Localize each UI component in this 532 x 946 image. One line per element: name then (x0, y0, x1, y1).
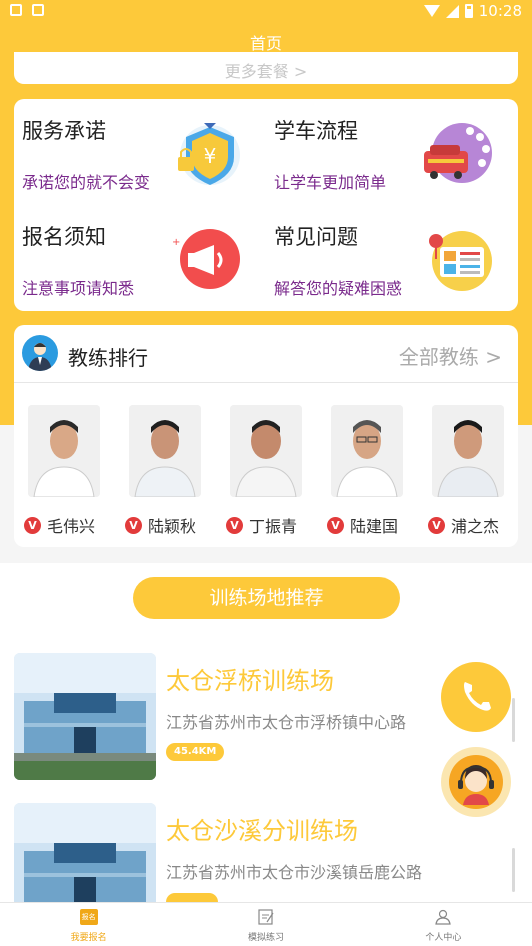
bottom-navigation: 报名 我要报名 模拟练习 个人中心 (0, 902, 532, 946)
coach-name: 陆颖秋 (148, 517, 197, 536)
all-coaches-link[interactable]: 全部教练 > (399, 341, 502, 370)
verified-badge-icon: V (327, 516, 344, 534)
coach-photo (432, 405, 504, 497)
coach-photo (331, 405, 403, 497)
service-subtitle: 让学车更加简单 (274, 173, 387, 192)
venue-distance-badge: 45.4KM (166, 743, 225, 761)
verified-badge-icon: V (24, 516, 41, 534)
service-subtitle: 解答您的疑难困惑 (274, 279, 403, 298)
coach-ranking-header: 教练排行 全部教练 > (14, 325, 518, 383)
coach-avatar-icon (22, 335, 58, 371)
battery-icon (464, 4, 473, 18)
venue-address: 江苏省苏州市太仓市沙溪镇岳鹿公路 (166, 863, 423, 882)
nav-label: 模拟练习 (247, 933, 284, 943)
faq-item[interactable]: 常见问题 解答您的疑难困惑 (266, 205, 516, 305)
customer-service-icon (449, 755, 503, 809)
verified-badge-icon: V (226, 516, 243, 534)
registration-notice-item[interactable]: 报名须知 注意事项请知悉 + (14, 205, 264, 305)
coach-photo (230, 405, 302, 497)
customer-service-button[interactable] (441, 747, 511, 817)
svg-text:+: + (172, 237, 180, 248)
page-title: 首页 (249, 34, 282, 53)
nav-label: 我要报名 (70, 933, 107, 943)
learning-process-item[interactable]: 学车流程 让学车更加简单 (266, 99, 516, 199)
nav-profile[interactable]: 个人中心 (355, 903, 532, 946)
coach-photo (28, 405, 100, 497)
car-process-icon (424, 123, 492, 183)
download-icon (32, 4, 44, 16)
service-subtitle: 承诺您的就不会变 (22, 173, 151, 192)
verified-badge-icon: V (428, 516, 445, 534)
venue-section-title: 训练场地推荐 (133, 577, 400, 619)
faq-board-icon (429, 231, 492, 291)
signal-icon (445, 4, 459, 18)
venue-name: 太仓沙溪分训练场 (166, 817, 358, 845)
service-subtitle: 注意事项请知悉 (22, 279, 135, 298)
venue-address: 江苏省苏州市太仓市浮桥镇中心路 (166, 713, 407, 732)
status-time: 10:28 (478, 2, 522, 20)
register-icon: 报名 (79, 909, 98, 925)
svg-text:¥: ¥ (204, 144, 217, 168)
shield-yen-icon: ¥ (178, 123, 240, 185)
nav-label: 个人中心 (425, 933, 462, 943)
wifi-icon (423, 5, 440, 17)
scroll-indicator (512, 848, 515, 892)
service-title: 报名须知 (22, 225, 106, 249)
coach-ranking-title: 教练排行 (68, 346, 148, 370)
call-button[interactable] (441, 662, 511, 732)
coach-name: 陆建国 (350, 517, 399, 536)
coach-name: 浦之杰 (451, 517, 500, 536)
coach-name: 毛伟兴 (47, 517, 96, 536)
service-title: 服务承诺 (22, 119, 106, 143)
coach-photo (129, 405, 201, 497)
nav-practice[interactable]: 模拟练习 (177, 903, 354, 946)
scroll-indicator (512, 698, 515, 742)
service-promise-item[interactable]: 服务承诺 承诺您的就不会变 ¥ (14, 99, 264, 199)
venue-name: 太仓浮桥训练场 (166, 667, 334, 695)
service-title: 常见问题 (274, 225, 358, 249)
notification-icon (10, 4, 22, 16)
practice-icon (258, 909, 274, 925)
phone-icon (464, 682, 491, 711)
megaphone-icon: + (172, 229, 240, 289)
service-title: 学车流程 (274, 119, 358, 143)
verified-badge-icon: V (125, 516, 142, 534)
more-packages-link[interactable]: 更多套餐 > (14, 58, 518, 82)
coach-name: 丁振青 (249, 517, 298, 536)
coach-ranking-card: 教练排行 全部教练 > V 毛伟兴 V 陆颖秋 V 丁振青 V 陆建国 V 浦之… (14, 325, 518, 547)
user-icon (435, 909, 452, 925)
packages-card: 更多套餐 > (14, 52, 518, 84)
nav-register[interactable]: 报名 我要报名 (0, 903, 177, 946)
services-card: 服务承诺 承诺您的就不会变 ¥ 学车流程 让学车更加简单 报名须知 注意事项请知… (14, 99, 518, 311)
venue-photo (14, 653, 156, 780)
status-bar: 10:28 (0, 0, 532, 24)
